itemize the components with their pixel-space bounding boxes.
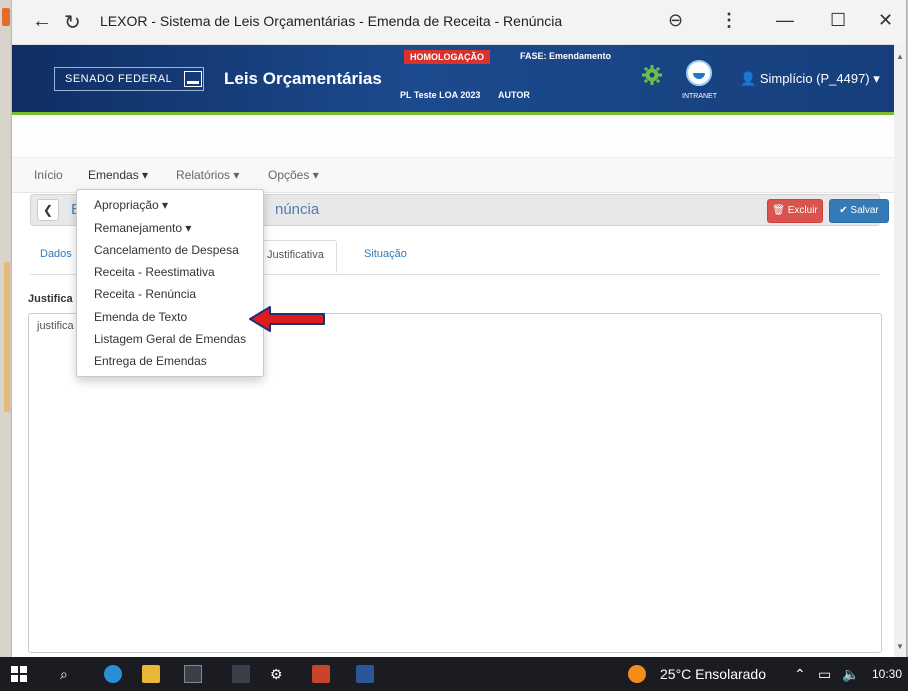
menu-item-remanejamento[interactable]: Remanejamento ▾	[94, 221, 191, 235]
nav-emendas[interactable]: Emendas ▾	[88, 168, 148, 182]
nav-opcoes[interactable]: Opções ▾	[268, 168, 319, 182]
search-icon[interactable]: ⌕	[60, 666, 68, 683]
close-icon[interactable]: ✕	[878, 10, 893, 31]
senado-logo-icon	[184, 71, 203, 87]
role-label: AUTOR	[498, 90, 530, 100]
intranet-icon[interactable]	[686, 60, 712, 86]
phase-label: FASE: Emendamento	[520, 51, 612, 61]
taskbar: ⌕ ⚙ 25°C Ensolarado ⌃ ▭ 🔈 10:30	[0, 657, 908, 691]
powerpoint-icon[interactable]	[312, 665, 330, 683]
maximize-icon[interactable]: ☐	[830, 10, 846, 31]
menu-item-label: Apropriação	[94, 198, 159, 212]
nav-relatorios[interactable]: Relatórios ▾	[176, 168, 239, 182]
delete-label: Excluir	[787, 205, 818, 216]
menu-item-cancelamento[interactable]: Cancelamento de Despesa	[94, 243, 239, 257]
check-icon: ✔	[839, 205, 848, 216]
back-arrow-icon[interactable]: ←	[32, 10, 52, 33]
scroll-down-icon[interactable]: ▼	[896, 642, 904, 651]
red-arrow-annotation	[249, 306, 325, 332]
gear-icon[interactable]	[642, 65, 662, 85]
tab-situacao[interactable]: Situação	[364, 248, 407, 260]
menu-item-renuncia[interactable]: Receita - Renúncia	[94, 287, 196, 301]
tab-justificativa[interactable]: Justificativa	[254, 240, 337, 273]
nav-emendas-label: Emendas	[88, 168, 139, 182]
background-window-edge	[4, 262, 10, 412]
app-header: SENADO FEDERAL Leis Orçamentárias HOMOLO…	[12, 45, 906, 115]
org-name: SENADO FEDERAL	[65, 73, 173, 85]
nav-inicio[interactable]: Início	[34, 168, 63, 182]
save-button[interactable]: ✔ Salvar	[829, 199, 889, 223]
senado-logo[interactable]: SENADO FEDERAL	[54, 67, 204, 91]
network-icon[interactable]: ▭	[818, 666, 831, 683]
app-icon[interactable]	[232, 665, 250, 683]
menu-item-listagem[interactable]: Listagem Geral de Emendas	[94, 332, 246, 346]
clock[interactable]: 10:30	[872, 667, 902, 681]
nav-opcoes-label: Opções	[268, 168, 310, 182]
intranet-label: INTRANET	[682, 93, 717, 100]
zoom-icon[interactable]: ⊖	[668, 10, 683, 31]
background-window-tab	[2, 8, 10, 26]
tab-dados[interactable]: Dados	[40, 248, 72, 260]
edge-icon[interactable]	[104, 665, 122, 683]
word-icon[interactable]	[356, 665, 374, 683]
page-scrollbar[interactable]: ▲ ▼	[894, 44, 906, 657]
project-label: PL Teste LOA 2023	[400, 90, 481, 100]
user-icon: 👤	[740, 71, 757, 86]
menu-item-reestimativa[interactable]: Receita - Reestimativa	[94, 265, 215, 279]
scroll-up-icon[interactable]: ▲	[896, 52, 904, 61]
header-spacer	[12, 115, 906, 158]
menu-item-apropriacao[interactable]: Apropriação ▾	[94, 198, 168, 212]
browser-titlebar: ← ↻ LEXOR - Sistema de Leis Orçamentária…	[12, 0, 906, 45]
user-menu[interactable]: 👤 Simplício (P_4497) ▾	[740, 71, 880, 87]
calculator-icon[interactable]	[184, 665, 202, 683]
volume-icon[interactable]: 🔈	[842, 666, 859, 683]
back-button[interactable]: ❮	[37, 199, 59, 221]
header-accent-line	[12, 112, 906, 115]
file-explorer-icon[interactable]	[142, 665, 160, 683]
emendas-dropdown: Apropriação ▾ Remanejamento ▾ Cancelamen…	[76, 189, 264, 377]
chevron-up-icon[interactable]: ⌃	[794, 666, 806, 683]
page-title: LEXOR - Sistema de Leis Orçamentárias - …	[100, 13, 563, 29]
browser-window: ← ↻ LEXOR - Sistema de Leis Orçamentária…	[12, 0, 906, 657]
desktop-edge	[0, 0, 12, 657]
settings-icon[interactable]: ⚙	[270, 666, 283, 683]
justification-label: Justifica	[28, 293, 73, 305]
menu-item-emenda-texto[interactable]: Emenda de Texto	[94, 310, 187, 324]
reload-icon[interactable]: ↻	[64, 10, 81, 35]
caret-down-icon: ▾	[873, 71, 880, 86]
nav-relatorios-label: Relatórios	[176, 168, 231, 182]
panel-title-end: núncia	[275, 201, 320, 218]
weather-icon[interactable]	[628, 665, 646, 683]
menu-item-entrega[interactable]: Entrega de Emendas	[94, 354, 207, 368]
minimize-icon[interactable]: —	[776, 10, 794, 31]
delete-button[interactable]: 🗑 Excluir	[767, 199, 823, 223]
chevron-left-icon: ❮	[42, 203, 54, 217]
environment-badge: HOMOLOGAÇÃO	[404, 50, 490, 64]
windows-start-icon[interactable]	[10, 665, 28, 683]
trash-icon: 🗑	[772, 205, 785, 216]
main-nav: Início Emendas ▾ Relatórios ▾ Opções ▾	[12, 158, 906, 193]
app-title: Leis Orçamentárias	[224, 69, 382, 88]
menu-item-label: Remanejamento	[94, 221, 183, 235]
user-name: Simplício (P_4497)	[759, 71, 870, 86]
menu-icon[interactable]: ⋮	[720, 10, 738, 31]
save-label: Salvar	[850, 205, 879, 216]
weather-text[interactable]: 25°C Ensolarado	[660, 666, 766, 682]
